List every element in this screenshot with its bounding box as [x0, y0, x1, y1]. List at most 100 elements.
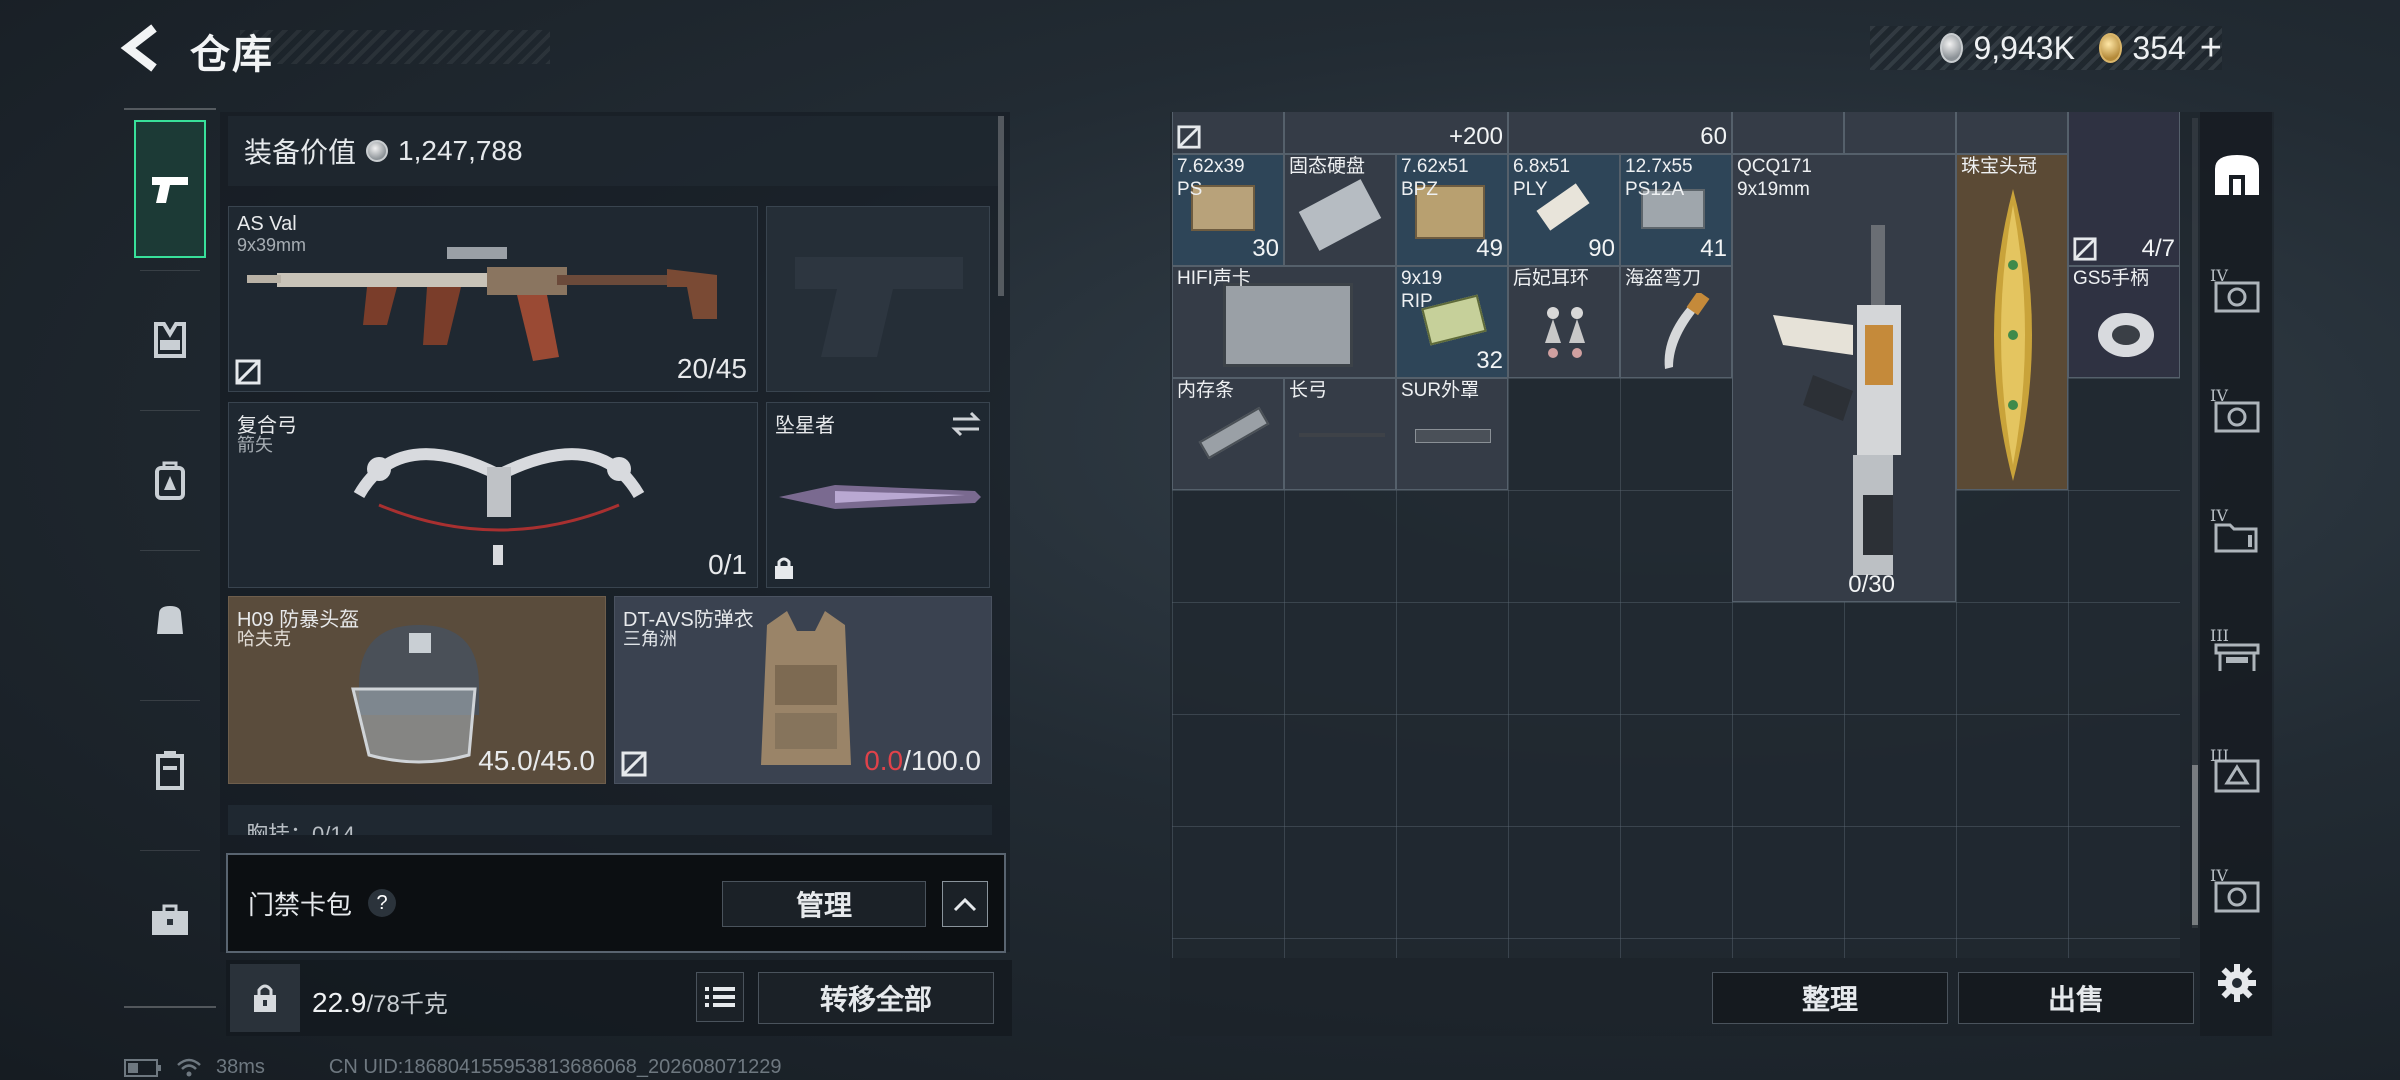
pistol-silhouette-icon	[795, 257, 963, 357]
stash-item-ammo[interactable]: 12.7x55 PS12A 41	[1620, 154, 1732, 266]
item-name: 珠宝头冠	[1961, 156, 2038, 177]
stash-item-ammo[interactable]: 9x19 RIP 32	[1396, 266, 1508, 378]
padlock-icon	[254, 984, 276, 1012]
item-count: 90	[1588, 235, 1615, 262]
primary-weapon-slot[interactable]: AS Val 9x39mm 20/45	[228, 206, 758, 392]
lock-button[interactable]	[230, 964, 300, 1032]
stash-item-cutlass[interactable]: 海盗弯刀	[1620, 266, 1732, 378]
tab-tier: IV	[2210, 266, 2228, 285]
briefcase-icon	[152, 904, 188, 935]
left-category-nav	[124, 108, 216, 1008]
tab-safe-1[interactable]: IV	[2208, 266, 2266, 324]
chest-rig-row-peek: 胸挂：0/14	[228, 805, 992, 835]
equip-value-label: 装备价值	[244, 137, 357, 168]
armor-slot[interactable]: DT-AVS防弹衣 三角洲 0.0/100.0	[614, 596, 992, 784]
stash-item-partial[interactable]: 60	[1508, 112, 1732, 154]
stash-item-ssd[interactable]: 固态硬盘	[1284, 154, 1396, 266]
secondary-weapon-slot[interactable]: 复合弓 箭矢 0/1	[228, 402, 758, 588]
armor-brand: 三角洲	[623, 629, 677, 649]
settings-button[interactable]	[2208, 954, 2266, 1012]
stash-item-sound-card[interactable]: HIFI声卡	[1172, 266, 1396, 378]
gear-icon	[2218, 964, 2256, 1002]
pistol-slot-empty[interactable]	[766, 206, 990, 392]
backpack-icon	[155, 461, 185, 500]
case-icon	[156, 751, 184, 790]
equip-value-amount: 1,247,788	[398, 135, 523, 166]
tab-safe-2[interactable]: IV	[2208, 386, 2266, 444]
item-name: 后妃耳环	[1513, 268, 1590, 289]
secondary-weapon-ammo-type: 箭矢	[237, 435, 273, 455]
tab-display-case[interactable]: III	[2208, 746, 2266, 804]
cutlass-icon	[1664, 293, 1710, 369]
stash-item-longbow[interactable]: 长弓	[1284, 378, 1396, 490]
nav-toolbox[interactable]	[134, 870, 206, 970]
swap-arrows-icon[interactable]	[951, 411, 981, 437]
stash-item-ammo[interactable]: 7.62x39 PS 30	[1172, 154, 1284, 266]
loadout-scrollbar[interactable]	[998, 116, 1004, 296]
stash-item-ammo[interactable]: 6.8x51 PLY 90	[1508, 154, 1620, 266]
nav-backpack[interactable]	[134, 430, 206, 530]
stash-item-partial[interactable]	[1732, 112, 1844, 154]
collapse-button[interactable]	[942, 881, 988, 927]
nav-weapons[interactable]	[134, 120, 206, 258]
helmet-slot[interactable]: H09 防暴头盔 哈夫克 45.0/45.0	[228, 596, 606, 784]
nav-secure-case[interactable]	[134, 720, 206, 820]
chevron-up-icon	[953, 897, 977, 912]
stash-item-sur-cover[interactable]: SUR外罩	[1396, 378, 1508, 490]
ping-readout: 38ms	[216, 1056, 265, 1078]
stash-item-jewel-crown[interactable]: 珠宝头冠	[1956, 154, 2068, 490]
gamepad-icon	[2098, 313, 2154, 357]
keycard-case-bar: 门禁卡包 ? 管理	[226, 853, 1006, 953]
nav-chest-rig[interactable]	[134, 290, 206, 390]
stash-item-partial[interactable]	[1844, 112, 1956, 154]
stash-item-partial[interactable]	[1956, 112, 2068, 154]
add-currency-button[interactable]: +	[2200, 29, 2222, 67]
item-count: 41	[1700, 235, 1727, 262]
tab-tier: III	[2210, 626, 2229, 645]
stash-item-ammo[interactable]: 7.62x51 BPZ 49	[1396, 154, 1508, 266]
item-name: 9x19	[1401, 268, 1443, 289]
title-decoration	[240, 30, 550, 64]
melee-slot[interactable]: 坠星者	[766, 402, 990, 588]
lock-icon	[775, 557, 793, 579]
nav-pouch[interactable]	[134, 570, 206, 670]
stash-item-gs5-controller[interactable]: GS5手柄	[2068, 266, 2180, 378]
item-count: 30	[1252, 235, 1279, 262]
stash-item-smg[interactable]: QCQ171 9x19mm 0/30	[1732, 154, 1956, 602]
starfall-knife-icon	[779, 485, 981, 509]
manage-button[interactable]: 管理	[722, 881, 926, 927]
stash-item-partial[interactable]: +200	[1284, 112, 1508, 154]
item-name: SUR外罩	[1401, 380, 1480, 401]
status-bar: 38ms CN UID:186804155953813686068_202608…	[124, 1056, 782, 1079]
item-count: 4/7	[2141, 235, 2175, 262]
tab-safe-3[interactable]: IV	[2208, 866, 2266, 924]
tab-main-stash[interactable]	[2208, 146, 2266, 204]
no-insure-icon	[2073, 237, 2097, 261]
weight-bar: 22.9/78千克 转移全部	[226, 960, 1012, 1036]
keycard-help-button[interactable]: ?	[368, 889, 397, 917]
back-arrow-icon	[120, 24, 157, 72]
weight-current: 22.9	[312, 987, 367, 1018]
gold-coin-icon	[2098, 33, 2123, 63]
stash-item-container[interactable]: 4/7	[2068, 112, 2180, 266]
tab-tier: IV	[2210, 866, 2228, 885]
back-button[interactable]	[118, 22, 168, 74]
tab-file-cabinet[interactable]: IV	[2208, 506, 2266, 564]
sell-button[interactable]: 出售	[1958, 972, 2194, 1024]
stash-grid: +200 60 7.62x39 PS 30 固态硬盘 7.62x51 BPZ 4…	[1172, 112, 2180, 958]
page-title: 仓库	[190, 33, 274, 77]
longbow-icon	[1299, 433, 1385, 437]
item-sub: PLY	[1513, 179, 1548, 200]
stash-item-earrings[interactable]: 后妃耳环	[1508, 266, 1620, 378]
tab-workbench[interactable]: III	[2208, 626, 2266, 684]
no-insure-icon	[621, 751, 647, 777]
sort-button[interactable]: 整理	[1712, 972, 1948, 1024]
stash-item-ram[interactable]: 内存条	[1172, 378, 1284, 490]
list-view-button[interactable]	[696, 972, 744, 1022]
armor-durability-current: 0.0	[864, 745, 904, 776]
stash-item-partial[interactable]	[1172, 112, 1284, 154]
transfer-all-button[interactable]: 转移全部	[758, 972, 994, 1024]
helmet-brand: 哈夫克	[237, 629, 291, 649]
item-sub: RIP	[1401, 291, 1433, 312]
stash-scroll-thumb[interactable]	[2192, 765, 2198, 925]
